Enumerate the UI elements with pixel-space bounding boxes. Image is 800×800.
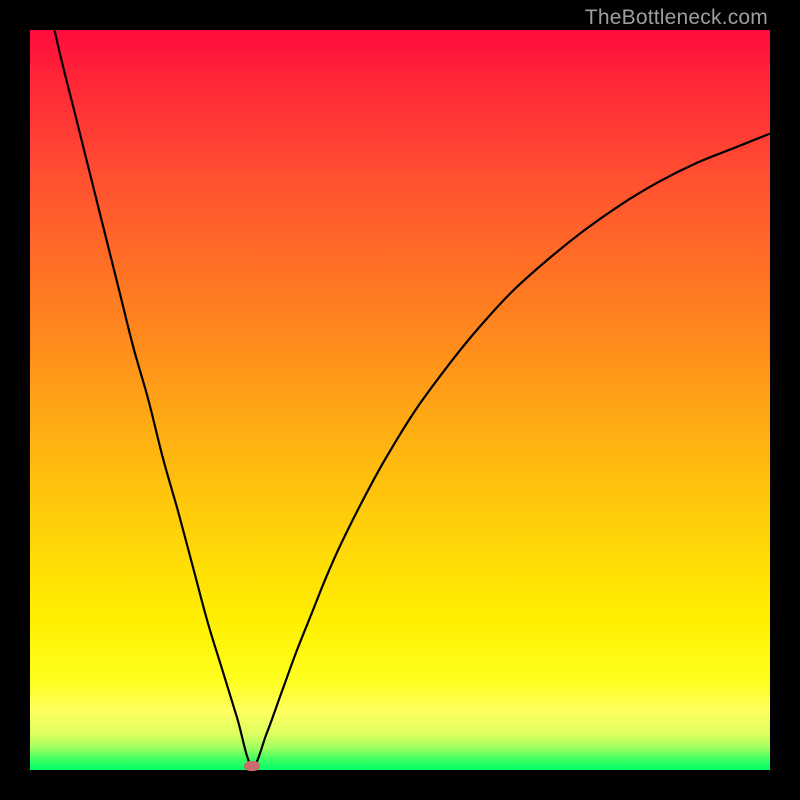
bottleneck-curve <box>30 30 770 766</box>
min-point-marker <box>244 761 260 771</box>
watermark-text: TheBottleneck.com <box>585 6 768 30</box>
curve-layer <box>30 30 770 770</box>
chart-container: TheBottleneck.com <box>0 0 800 800</box>
